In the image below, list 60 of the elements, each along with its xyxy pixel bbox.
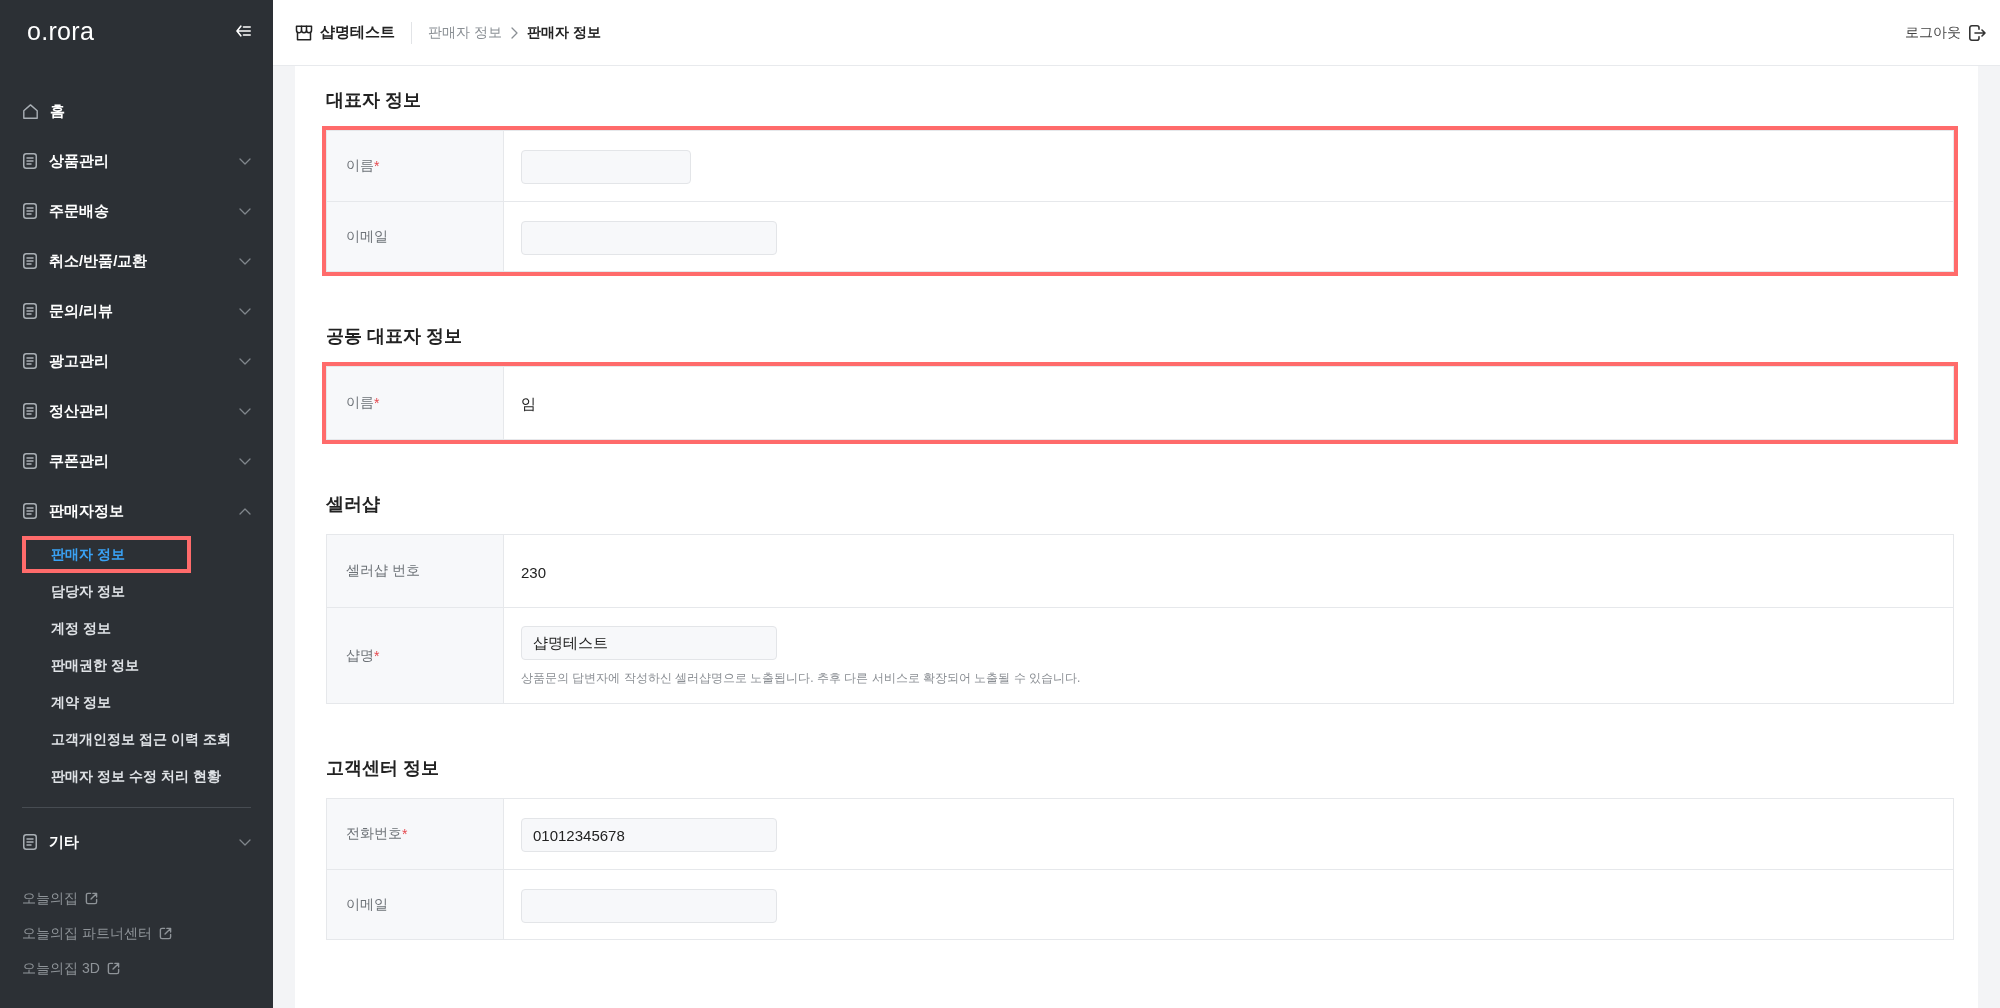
external-link-icon bbox=[85, 892, 98, 905]
input-field[interactable]: 샵명테스트 bbox=[521, 626, 777, 660]
field-value: 임 bbox=[521, 394, 536, 414]
document-icon bbox=[23, 403, 37, 419]
field-value: 230 bbox=[521, 563, 547, 581]
external-link[interactable]: 오늘의집 bbox=[22, 889, 78, 908]
submenu-item[interactable]: 판매자 정보 수정 처리 현황 bbox=[26, 767, 221, 786]
input-field[interactable]: 01012345678 bbox=[521, 818, 777, 852]
logo: o.rora bbox=[27, 16, 95, 46]
menu-item[interactable]: 쿠폰관리 bbox=[0, 436, 273, 486]
label-cell: 이메일 bbox=[327, 870, 504, 939]
section-title: 고객센터 정보 bbox=[326, 757, 439, 780]
menu-item[interactable]: 주문배송 bbox=[0, 186, 273, 236]
label-cell: 셀러샵 번호 bbox=[327, 535, 504, 607]
submenu-item[interactable]: 고객개인정보 접근 이력 조회 bbox=[26, 730, 231, 749]
menu-item[interactable]: 문의/리뷰 bbox=[0, 286, 273, 336]
external-link-icon bbox=[106, 962, 120, 975]
label-cell: 샵명* bbox=[327, 608, 504, 703]
document-icon bbox=[23, 253, 37, 269]
menu-item[interactable]: 정산관리 bbox=[0, 386, 273, 436]
external-link[interactable]: 오늘의집 파트너센터 bbox=[22, 924, 152, 943]
label-cell: 이름* bbox=[327, 367, 504, 439]
home-icon bbox=[23, 103, 38, 119]
submenu-item[interactable]: 판매권한 정보 bbox=[26, 656, 139, 675]
submenu-item[interactable]: 계정 정보 bbox=[26, 619, 111, 638]
breadcrumb-item: 판매자 정보 bbox=[526, 23, 601, 42]
menu-item[interactable]: 기타 bbox=[0, 817, 273, 867]
store-icon bbox=[295, 24, 313, 41]
input-field[interactable] bbox=[521, 150, 691, 184]
document-icon bbox=[23, 453, 37, 469]
chevron-right-icon bbox=[510, 26, 518, 39]
arrow-lines-icon[interactable] bbox=[236, 25, 251, 37]
document-icon bbox=[23, 503, 37, 519]
document-icon bbox=[23, 153, 37, 169]
section-title: 공동 대표자 정보 bbox=[326, 325, 462, 348]
submenu-item[interactable]: 담당자 정보 bbox=[26, 582, 125, 601]
input-field[interactable] bbox=[521, 220, 777, 255]
label-cell: 이메일 bbox=[327, 202, 504, 271]
document-icon bbox=[23, 303, 37, 319]
menu-item[interactable]: 취소/반품/교환 bbox=[0, 236, 273, 286]
document-icon bbox=[23, 203, 37, 219]
logout-button[interactable]: 로그아웃 bbox=[1905, 23, 1986, 42]
menu-item[interactable]: 판매자정보 bbox=[0, 486, 273, 536]
helper-text: 상품문의 답변자에 작성하신 셀러샵명으로 노출됩니다. 추후 다른 서비스로 확장되어 노출될 수 있습니다. bbox=[521, 670, 1081, 687]
document-icon bbox=[23, 353, 37, 369]
logout-icon bbox=[1968, 23, 1986, 42]
section-title: 대표자 정보 bbox=[326, 89, 421, 112]
section-title: 셀러샵 bbox=[326, 493, 380, 516]
external-link[interactable]: 오늘의집 3D bbox=[22, 959, 100, 978]
menu-item[interactable]: 홈 bbox=[0, 86, 273, 136]
menu-item[interactable]: 상품관리 bbox=[0, 136, 273, 186]
submenu-item[interactable]: 판매자 정보 bbox=[26, 545, 125, 564]
menu-item[interactable]: 광고관리 bbox=[0, 336, 273, 386]
input-field[interactable] bbox=[521, 888, 777, 923]
shop-name: 샵명테스트 bbox=[320, 23, 395, 42]
submenu-item[interactable]: 계약 정보 bbox=[26, 693, 111, 712]
document-icon bbox=[23, 834, 37, 850]
label-cell: 전화번호* bbox=[327, 799, 504, 869]
label-cell: 이름* bbox=[327, 131, 504, 201]
external-link-icon bbox=[158, 927, 172, 940]
